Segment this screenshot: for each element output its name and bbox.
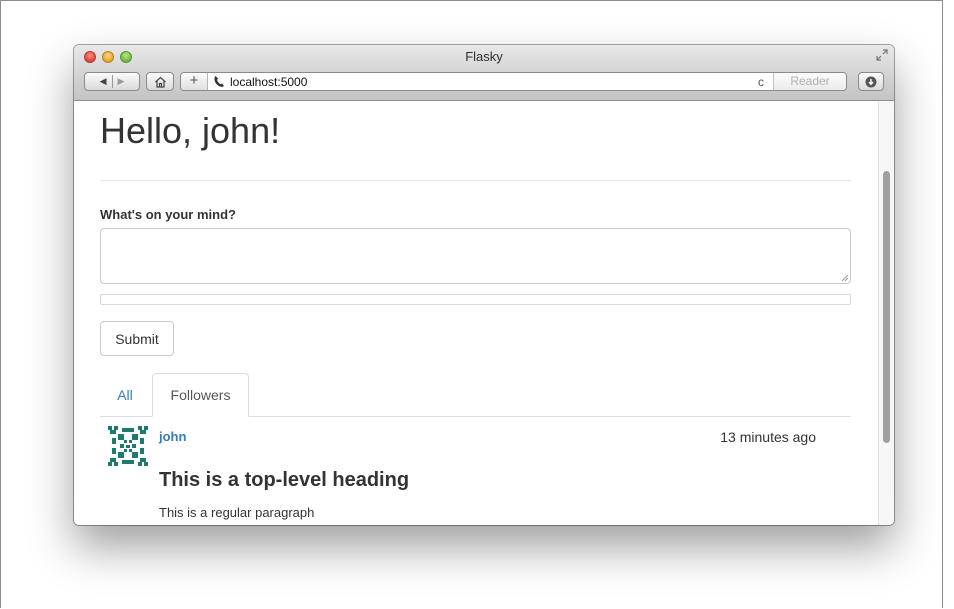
downloads-icon bbox=[865, 76, 877, 87]
identicon-avatar[interactable] bbox=[108, 426, 148, 466]
reader-button[interactable]: Reader bbox=[773, 73, 846, 90]
scrollbar-thumb[interactable] bbox=[883, 171, 890, 443]
markdown-preview-box bbox=[100, 294, 851, 305]
title-bar: Flasky ◀ ▶ + localhost:5000 c Reader bbox=[74, 45, 894, 101]
downloads-button[interactable] bbox=[858, 72, 884, 91]
vertical-scrollbar[interactable] bbox=[878, 101, 894, 525]
post-paragraph: This is a regular paragraph bbox=[159, 505, 315, 520]
resize-handle-icon[interactable] bbox=[841, 274, 849, 282]
browser-window: Flasky ◀ ▶ + localhost:5000 c Reader Hel… bbox=[74, 45, 894, 525]
tab-followers[interactable]: Followers bbox=[152, 373, 249, 417]
fullscreen-icon[interactable] bbox=[876, 49, 888, 61]
post-timestamp: 13 minutes ago bbox=[720, 429, 816, 445]
new-tab-icon[interactable]: + bbox=[181, 73, 208, 90]
reload-icon[interactable]: c bbox=[758, 75, 764, 89]
post-author-link[interactable]: john bbox=[159, 429, 186, 444]
forward-icon[interactable]: ▶ bbox=[118, 76, 125, 87]
home-button[interactable] bbox=[146, 72, 174, 91]
home-icon bbox=[154, 76, 166, 88]
divider bbox=[111, 75, 113, 88]
page-content: Hello, john! What's on your mind? Submit… bbox=[74, 101, 894, 525]
phone-icon bbox=[214, 76, 224, 87]
back-icon[interactable]: ◀ bbox=[100, 76, 107, 87]
back-forward-buttons: ◀ ▶ bbox=[84, 72, 140, 91]
window-title: Flasky bbox=[465, 49, 503, 64]
url-text[interactable]: localhost:5000 bbox=[230, 75, 307, 89]
page-title: Hello, john! bbox=[100, 110, 281, 151]
submit-button[interactable]: Submit bbox=[100, 321, 174, 356]
tab-all[interactable]: All bbox=[100, 375, 150, 415]
address-bar[interactable]: + localhost:5000 c Reader bbox=[180, 72, 847, 91]
post-body-label: What's on your mind? bbox=[100, 207, 236, 222]
post-body-textarea[interactable] bbox=[100, 228, 851, 284]
post-heading: This is a top-level heading bbox=[159, 469, 410, 491]
header-divider bbox=[100, 180, 851, 181]
